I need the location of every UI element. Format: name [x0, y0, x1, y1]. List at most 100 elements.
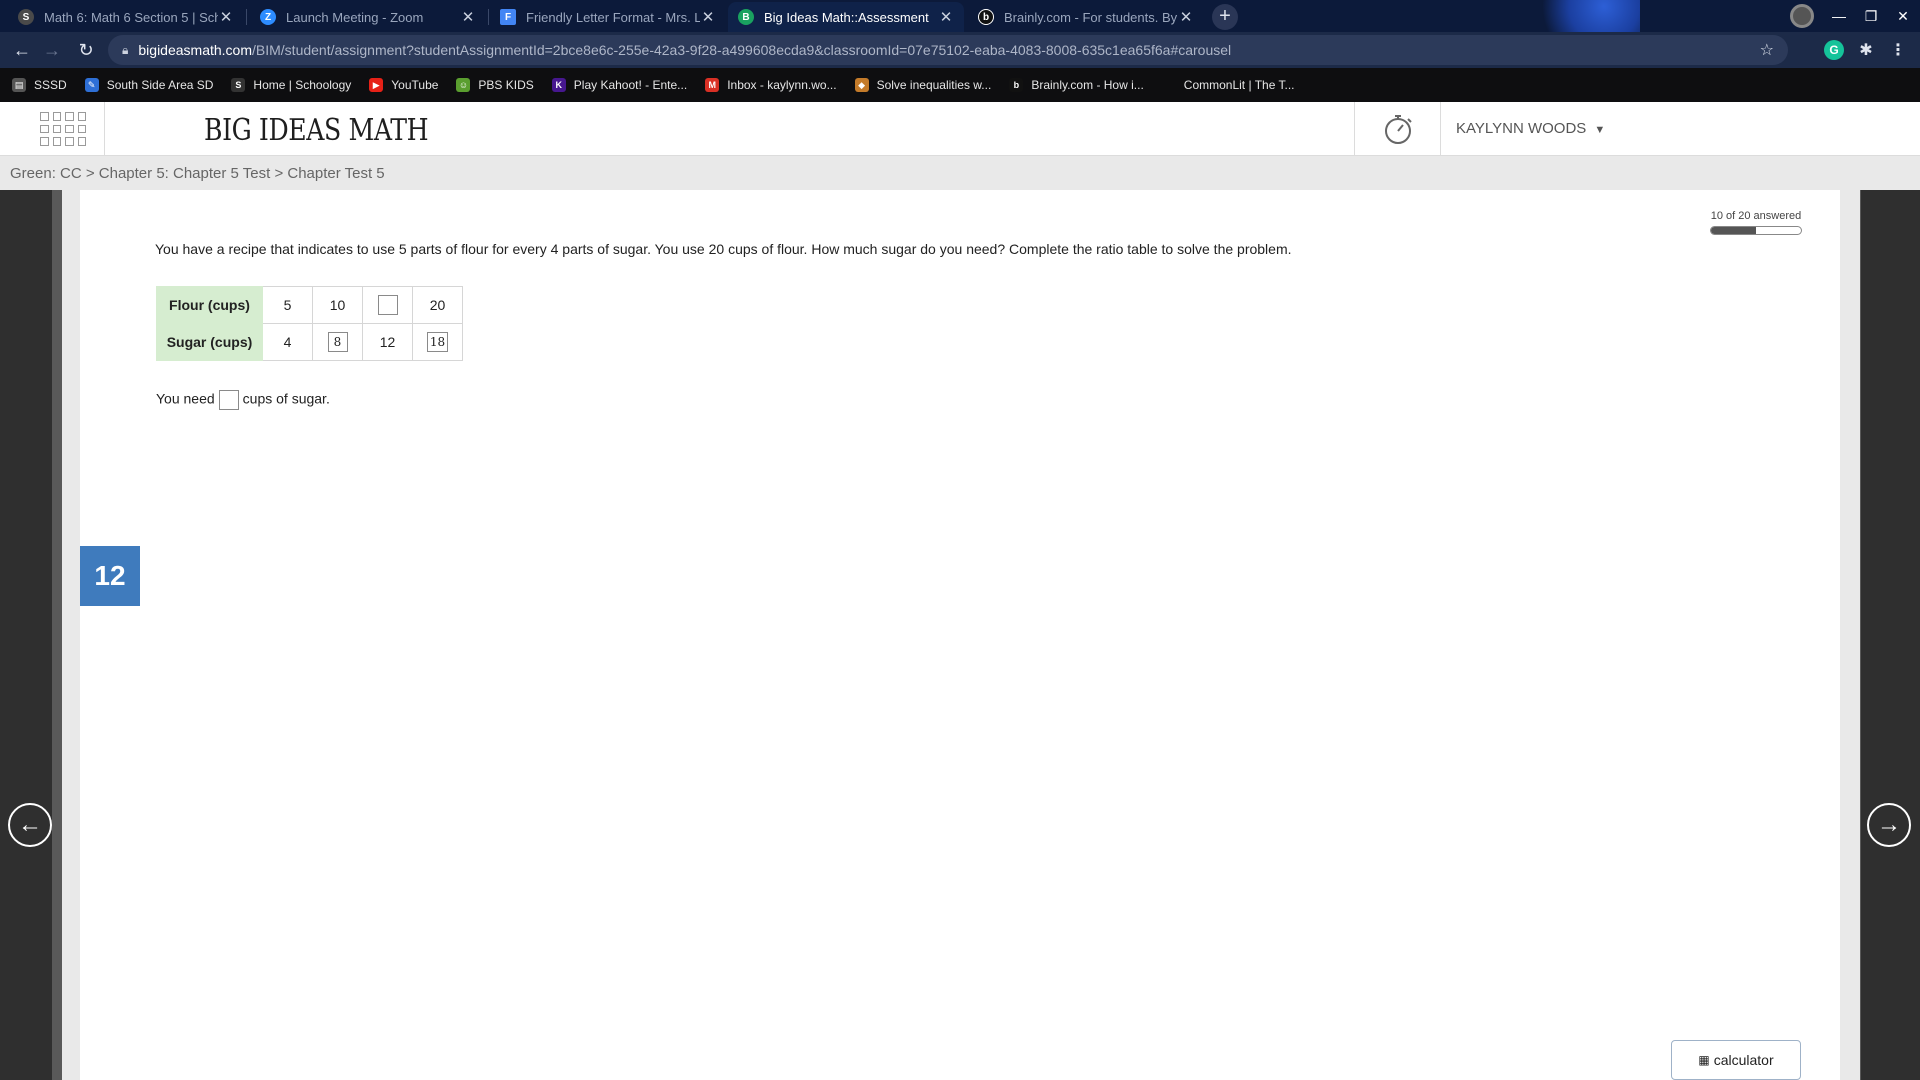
profile-avatar-icon[interactable]	[1790, 4, 1814, 28]
flour-cell: 10	[312, 286, 363, 324]
tab-title: Friendly Letter Format - Mrs. Lin	[526, 9, 700, 25]
bookmark-label: Solve inequalities w...	[876, 78, 992, 92]
sentence-before: You need	[156, 390, 215, 407]
header-divider	[1440, 102, 1441, 156]
bookmark-label: Brainly.com - How i...	[1031, 78, 1144, 92]
reload-icon[interactable]: ↻	[72, 36, 100, 64]
bookmark-label: Inbox - kaylynn.wo...	[727, 78, 837, 92]
header-divider	[1354, 102, 1355, 156]
progress-indicator: 10 of 20 answered	[1710, 210, 1802, 235]
table-row-sugar: Sugar (cups) 4 8 12 18	[156, 323, 463, 361]
question-text: You have a recipe that indicates to use …	[155, 241, 1292, 257]
bookmarks-bar: ▤ SSSD ✎ South Side Area SD S Home | Schoolog…	[0, 68, 1920, 102]
math-icon: ◆	[854, 78, 869, 92]
flour-answer-input[interactable]	[377, 295, 398, 315]
flour-cell: 5	[262, 286, 313, 324]
browser-tab-strip: S Math 6: Math 6 Section 5 | Scho ✕ Z La…	[0, 0, 1920, 32]
sugar-cell: 4	[262, 323, 313, 361]
sugar-answer-input[interactable]: 18	[426, 332, 449, 352]
sugar-cell: 18	[412, 323, 463, 361]
tab-separator	[488, 9, 489, 25]
tab-brainly[interactable]: b Brainly.com - For students. By st ✕	[968, 2, 1204, 32]
bookmark-star-icon[interactable]: ☆	[1760, 40, 1774, 60]
url-path: /BIM/student/assignment?studentAssignmen…	[252, 42, 1232, 58]
calculator-button[interactable]: ▦ calculator	[1671, 1040, 1801, 1080]
tab-title: Big Ideas Math::Assessment	[764, 9, 929, 25]
tab-schoology[interactable]: S Math 6: Math 6 Section 5 | Scho ✕	[8, 2, 244, 32]
youtube-icon: ▶	[369, 78, 384, 92]
folder-icon: ▤	[12, 78, 26, 92]
restore-icon[interactable]: ❐	[1856, 0, 1886, 32]
close-tab-icon[interactable]: ✕	[460, 8, 476, 26]
back-arrow-icon[interactable]: ←	[8, 36, 36, 64]
app-grid-menu-icon[interactable]	[40, 112, 86, 146]
bookmark-item[interactable]: CommonLit | The T...	[1184, 78, 1295, 92]
address-bar[interactable]: 🔒︎ bigideasmath.com/BIM/student/assignme…	[108, 35, 1788, 65]
next-question-arrow-icon[interactable]: →	[1867, 803, 1911, 847]
calculator-icon: ▦	[1698, 1053, 1710, 1067]
row-header-flour: Flour (cups)	[156, 286, 263, 324]
browser-toolbar: ← → ↻ 🔒︎ bigideasmath.com/BIM/student/as…	[0, 32, 1920, 68]
sugar-total-answer-input[interactable]	[218, 390, 239, 410]
sugar-cell: 12	[362, 323, 413, 361]
schoology-icon: S	[231, 78, 246, 92]
table-row-flour: Flour (cups) 5 10 20	[156, 286, 463, 324]
close-window-icon[interactable]: ✕	[1888, 0, 1918, 32]
tab-zoom[interactable]: Z Launch Meeting - Zoom ✕	[250, 2, 486, 32]
breadcrumb: Green: CC > Chapter 5: Chapter 5 Test > …	[10, 165, 385, 182]
tab-big-ideas-math[interactable]: B Big Ideas Math::Assessment ✕	[728, 2, 964, 32]
pbs-kids-icon: ☺	[456, 78, 471, 92]
lock-icon: 🔒︎	[122, 42, 129, 57]
minimize-icon[interactable]: —	[1824, 0, 1854, 32]
zoom-icon: Z	[260, 9, 276, 25]
bookmark-label: YouTube	[391, 78, 439, 92]
extensions-puzzle-icon[interactable]: ✱	[1856, 40, 1876, 60]
question-card: 10 of 20 answered You have a recipe that…	[80, 190, 1840, 1080]
user-name: KAYLYNN WOODS	[1456, 120, 1587, 137]
bookmark-item[interactable]: ✎ South Side Area SD	[84, 78, 214, 92]
flour-cell: 20	[412, 286, 463, 324]
user-menu[interactable]: KAYLYNN WOODS ▼	[1456, 120, 1605, 137]
forward-arrow-icon[interactable]: →	[38, 36, 66, 64]
close-tab-icon[interactable]: ✕	[1178, 8, 1194, 26]
close-tab-icon[interactable]: ✕	[700, 8, 716, 26]
grammarly-icon[interactable]: G	[1824, 40, 1844, 60]
bookmark-item[interactable]: ☺ PBS KIDS	[456, 78, 534, 92]
bookmark-item[interactable]: ▶ YouTube	[369, 78, 438, 92]
docs-icon: F	[500, 9, 516, 25]
app-header: BIG IDEAS MATH KAYLYNN WOODS ▼	[0, 102, 1920, 156]
bookmark-item[interactable]: ▤ SSSD	[12, 78, 67, 92]
brainly-icon: b	[1009, 78, 1024, 92]
new-tab-button[interactable]: +	[1212, 4, 1238, 30]
progress-bar	[1710, 226, 1802, 235]
bookmark-item[interactable]: S Home | Schoology	[231, 78, 351, 92]
tab-separator	[246, 9, 247, 25]
brainly-icon: b	[978, 9, 994, 25]
progress-fill	[1711, 227, 1756, 234]
url-text: bigideasmath.com/BIM/student/assignment?…	[138, 42, 1231, 58]
url-host: bigideasmath.com	[138, 42, 253, 58]
sugar-answer-input[interactable]: 8	[327, 332, 348, 352]
big-ideas-math-logo: BIG IDEAS MATH	[204, 113, 429, 148]
bookmark-item[interactable]: b Brainly.com - How i...	[1009, 78, 1144, 92]
gmail-icon: M	[705, 78, 720, 92]
tab-google-docs[interactable]: F Friendly Letter Format - Mrs. Lin ✕	[490, 2, 726, 32]
previous-question-arrow-icon[interactable]: ←	[8, 803, 52, 847]
close-tab-icon[interactable]: ✕	[938, 8, 954, 26]
browser-theme-art	[1520, 0, 1640, 32]
sugar-cell: 8	[312, 323, 363, 361]
tab-title: Math 6: Math 6 Section 5 | Scho	[44, 9, 218, 25]
bookmark-label: Home | Schoology	[253, 78, 352, 92]
tab-title: Launch Meeting - Zoom	[286, 9, 424, 25]
header-divider	[104, 102, 105, 156]
bookmark-label: Play Kahoot! - Ente...	[573, 78, 688, 92]
browser-menu-icon[interactable]: ⋮	[1888, 40, 1908, 60]
close-tab-icon[interactable]: ✕	[218, 8, 234, 26]
stopwatch-icon[interactable]	[1382, 112, 1416, 146]
bookmark-label: South Side Area SD	[106, 78, 214, 92]
school-icon: ✎	[84, 78, 99, 92]
calculator-label: calculator	[1713, 1052, 1774, 1068]
bookmark-item[interactable]: M Inbox - kaylynn.wo...	[705, 78, 837, 92]
bookmark-item[interactable]: ◆ Solve inequalities w...	[854, 78, 992, 92]
bookmark-item[interactable]: K Play Kahoot! - Ente...	[551, 78, 688, 92]
